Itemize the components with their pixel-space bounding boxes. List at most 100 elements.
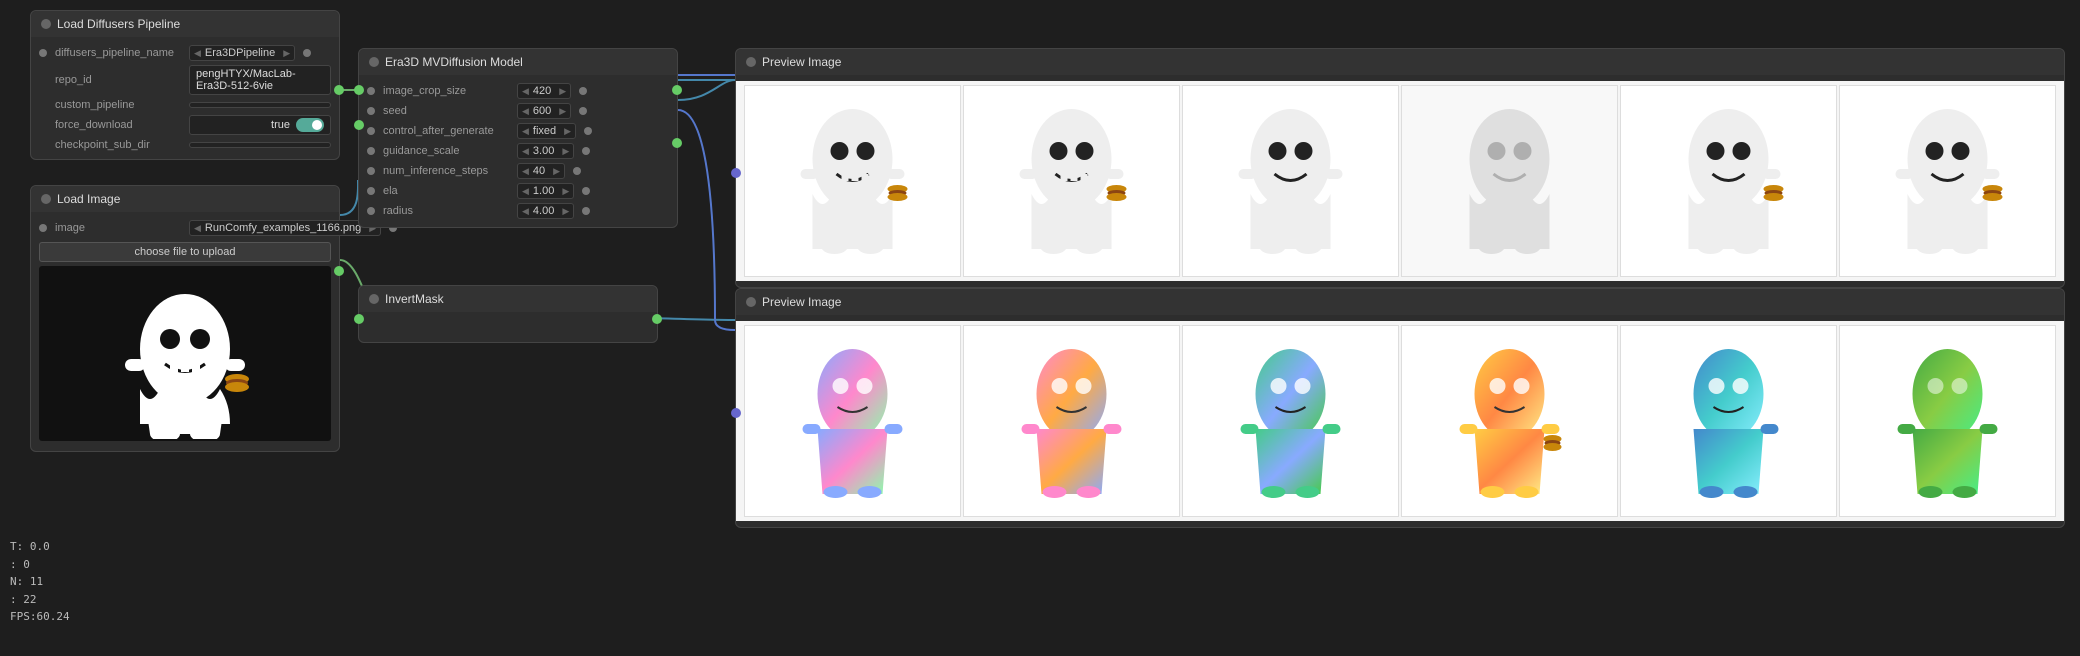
node-load-diffusers-pipeline: Load Diffusers Pipeline diffusers_pipeli… [30, 10, 340, 160]
field-crop-size[interactable]: ◀ 420 ▶ [517, 83, 571, 99]
connector-right-radius [582, 207, 590, 215]
arrow-left-image[interactable]: ◀ [194, 223, 201, 234]
output-connector-era3d-1 [672, 85, 682, 95]
spacer-left-repo [39, 76, 47, 84]
node-header-load-image: Load Image [31, 186, 339, 212]
preview-cell-top-5 [1620, 85, 1837, 277]
label-force-download: force_download [55, 119, 185, 131]
image-preview-area [39, 266, 331, 441]
param-row-control: control_after_generate ◀ fixed ▶ [359, 121, 677, 141]
field-control[interactable]: ◀ fixed ▶ [517, 123, 576, 139]
field-radius[interactable]: ◀ 4.00 ▶ [517, 203, 574, 219]
preview-cell-bottom-3 [1182, 325, 1399, 517]
node-preview-top: Preview Image [735, 48, 2065, 288]
node-dot-invertmask [369, 294, 379, 304]
node-body-load-image: image ◀ RunComfy_examples_1166.png ▶ cho… [31, 212, 339, 451]
connector-left-image [39, 224, 47, 232]
label-repo-id: repo_id [55, 74, 185, 86]
spacer-left-force [39, 121, 47, 129]
field-guidance[interactable]: ◀ 3.00 ▶ [517, 143, 574, 159]
param-row-crop-size: image_crop_size ◀ 420 ▶ [359, 81, 677, 101]
node-header-preview-top: Preview Image [736, 49, 2064, 75]
canvas: Load Diffusers Pipeline diffusers_pipeli… [0, 0, 2080, 656]
label-image: image [55, 222, 185, 234]
param-row-guidance: guidance_scale ◀ 3.00 ▶ [359, 141, 677, 161]
value-repo-id: pengHTYX/MacLab-Era3D-512-6vie [196, 68, 324, 92]
field-seed[interactable]: ◀ 600 ▶ [517, 103, 571, 119]
value-force-download: true [271, 119, 290, 131]
node-invertmask: InvertMask [358, 285, 658, 343]
node-header-diffusers: Load Diffusers Pipeline [31, 11, 339, 37]
field-repo-id[interactable]: pengHTYX/MacLab-Era3D-512-6vie [189, 65, 331, 95]
value-pipeline-name: Era3DPipeline [205, 47, 279, 59]
param-row-inference-steps: num_inference_steps ◀ 40 ▶ [359, 161, 677, 181]
param-row-pipeline-name: diffusers_pipeline_name ◀ Era3DPipeline … [31, 43, 339, 63]
node-body-era3d: image_crop_size ◀ 420 ▶ seed ◀ 600 ▶ [359, 75, 677, 227]
stat-unknown1: : 0 [10, 556, 70, 574]
preview-images-row-bottom [736, 321, 2064, 521]
preview-cell-top-3 [1182, 85, 1399, 277]
node-body-diffusers: diffusers_pipeline_name ◀ Era3DPipeline … [31, 37, 339, 159]
preview-cell-bottom-1 [744, 325, 961, 517]
connector-left-crop-size [367, 87, 375, 95]
node-dot-load-image [41, 194, 51, 204]
connector-right-control [584, 127, 592, 135]
output-connector-invertmask [652, 314, 662, 324]
field-custom-pipeline[interactable] [189, 102, 331, 108]
preview-cell-top-2 [963, 85, 1180, 277]
preview-cell-bottom-2 [963, 325, 1180, 517]
param-row-repo-id: repo_id pengHTYX/MacLab-Era3D-512-6vie [31, 63, 339, 97]
param-row-checkpoint: checkpoint_sub_dir [31, 137, 339, 153]
preview-ghost-image [115, 269, 255, 439]
node-dot-diffusers [41, 19, 51, 29]
node-dot-era3d [369, 57, 379, 67]
preview-cell-top-6 [1839, 85, 2056, 277]
input-connector-preview-top [731, 168, 741, 178]
connector-right-crop-size [579, 87, 587, 95]
node-load-image: Load Image image ◀ RunComfy_examples_116… [30, 185, 340, 452]
param-row-radius: radius ◀ 4.00 ▶ [359, 201, 677, 221]
choose-file-button[interactable]: choose file to upload [39, 242, 331, 262]
node-title-era3d: Era3D MVDiffusion Model [385, 55, 523, 69]
connector-left-seed [367, 107, 375, 115]
connector-left-control [367, 127, 375, 135]
field-pipeline-name[interactable]: ◀ Era3DPipeline ▶ [189, 45, 295, 61]
node-title-load-image: Load Image [57, 192, 120, 206]
node-title-invertmask: InvertMask [385, 292, 444, 306]
preview-cell-bottom-6 [1839, 325, 2056, 517]
input-connector-invertmask [354, 314, 364, 324]
output-connector-load-image [334, 266, 344, 276]
connector-left-inference [367, 167, 375, 175]
label-inference-steps: num_inference_steps [383, 165, 513, 177]
connector-right-inference [573, 167, 581, 175]
spacer-left-custom [39, 101, 47, 109]
arrow-left-pipeline-name[interactable]: ◀ [194, 48, 201, 59]
label-checkpoint: checkpoint_sub_dir [55, 139, 185, 151]
node-title-preview-top: Preview Image [762, 55, 841, 69]
arrow-right-pipeline-name[interactable]: ▶ [283, 48, 290, 59]
node-header-invertmask: InvertMask [359, 286, 657, 312]
field-image[interactable]: ◀ RunComfy_examples_1166.png ▶ [189, 220, 381, 236]
field-checkpoint[interactable] [189, 142, 331, 148]
param-row-image: image ◀ RunComfy_examples_1166.png ▶ [31, 218, 339, 238]
preview-cell-bottom-4 [1401, 325, 1618, 517]
label-control: control_after_generate [383, 125, 513, 137]
field-force-download[interactable]: true [189, 115, 331, 135]
value-image: RunComfy_examples_1166.png [205, 222, 365, 234]
node-dot-preview-top [746, 57, 756, 67]
connector-left-radius [367, 207, 375, 215]
spacer-left-checkpoint [39, 141, 47, 149]
param-row-seed: seed ◀ 600 ▶ [359, 101, 677, 121]
node-title-diffusers: Load Diffusers Pipeline [57, 17, 180, 31]
field-inference-steps[interactable]: ◀ 40 ▶ [517, 163, 565, 179]
param-row-ela: ela ◀ 1.00 ▶ [359, 181, 677, 201]
toggle-force-download[interactable] [296, 118, 324, 132]
preview-cell-top-4 [1401, 85, 1618, 277]
stat-n: N: 11 [10, 573, 70, 591]
connector-left-pipeline-name [39, 49, 47, 57]
preview-images-row-top [736, 81, 2064, 281]
param-row-custom-pipeline: custom_pipeline [31, 97, 339, 113]
field-ela[interactable]: ◀ 1.00 ▶ [517, 183, 574, 199]
stat-fps: FPS:60.24 [10, 608, 70, 626]
node-preview-bottom: Preview Image [735, 288, 2065, 528]
